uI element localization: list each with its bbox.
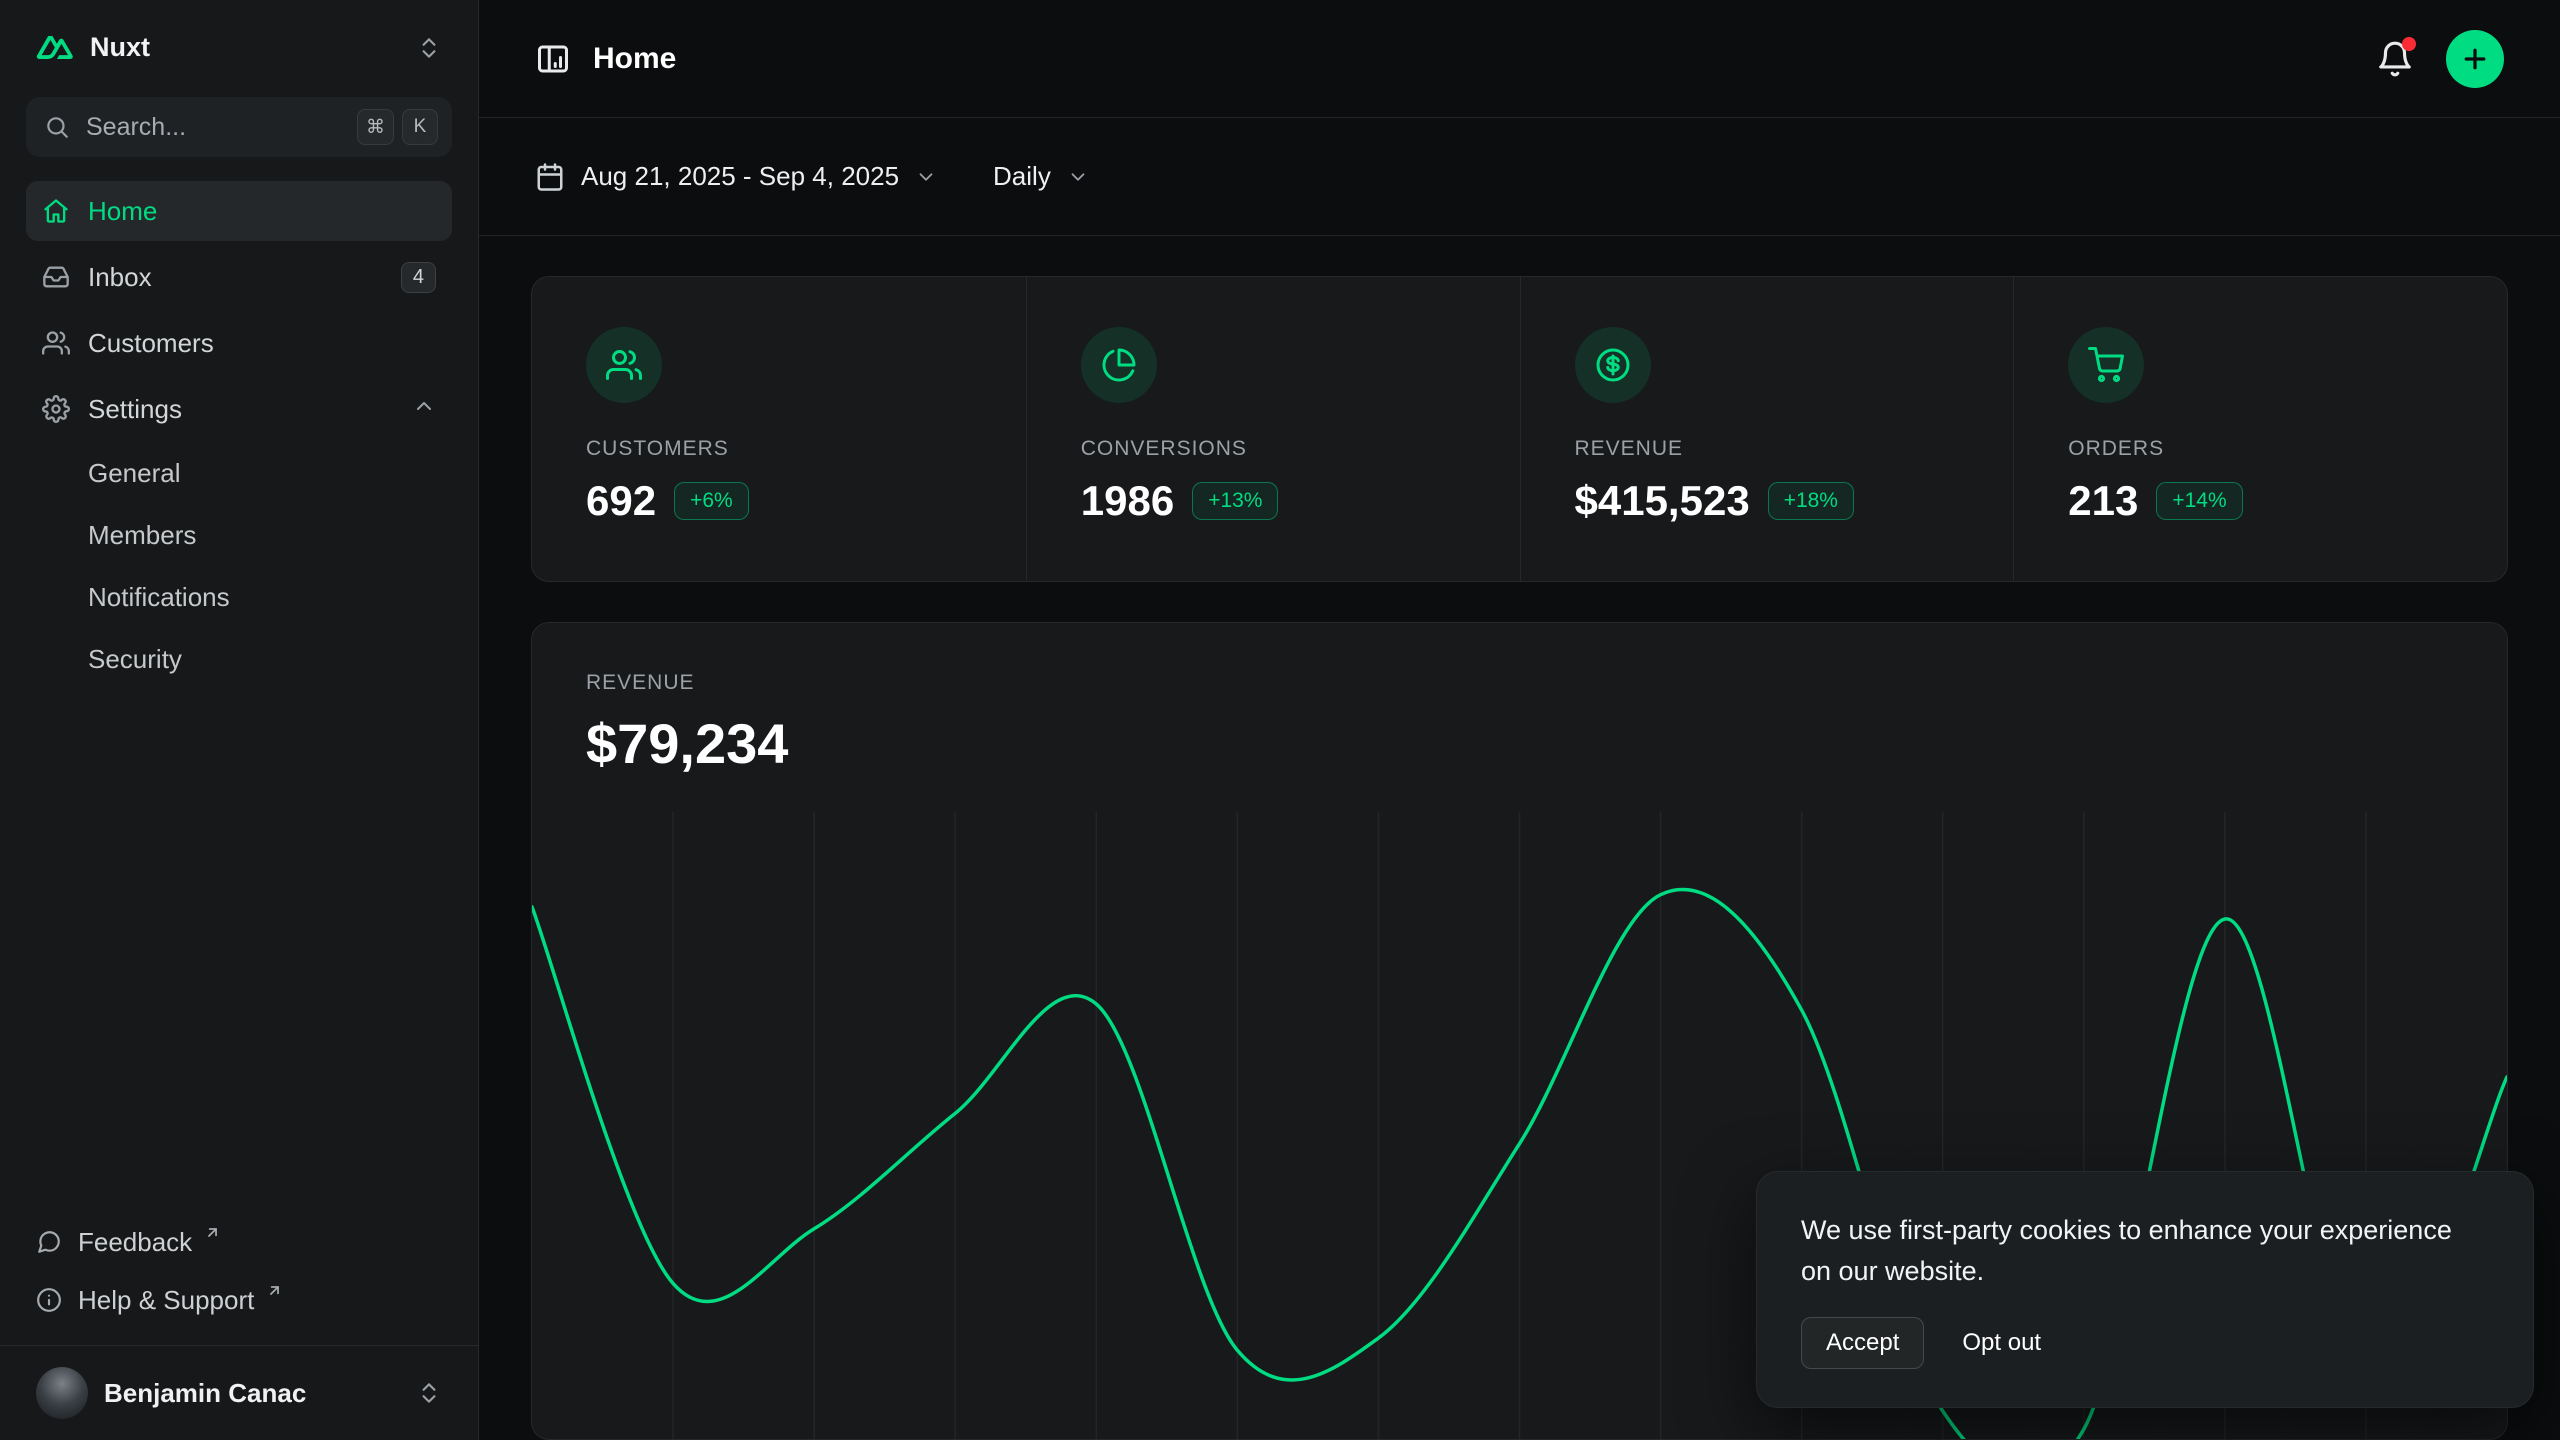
- sidebar-item-home[interactable]: Home: [26, 181, 452, 241]
- revenue-chart-header: REVENUE $79,234: [532, 623, 2507, 812]
- sidebar-item-customers[interactable]: Customers: [26, 313, 452, 373]
- period-label: Daily: [993, 161, 1051, 192]
- sidebar: Nuxt Search... ⌘ K Home: [0, 0, 479, 1440]
- calendar-icon: [535, 162, 565, 192]
- stat-value: $415,523: [1575, 477, 1750, 525]
- revenue-chart-label: REVENUE: [586, 671, 2453, 695]
- accept-button[interactable]: Accept: [1801, 1317, 1924, 1369]
- help-support-link[interactable]: Help & Support: [26, 1273, 452, 1327]
- inbox-icon: [42, 263, 70, 291]
- feedback-label: Feedback: [78, 1227, 192, 1258]
- nuxt-logo-icon: [36, 34, 74, 62]
- pie-chart-icon: [1101, 347, 1137, 383]
- stat-label: REVENUE: [1575, 437, 1960, 461]
- chevron-down-icon: [915, 166, 937, 188]
- search-shortcut: ⌘ K: [357, 109, 438, 145]
- chat-bubble-icon: [36, 1229, 62, 1255]
- users-icon: [42, 329, 70, 357]
- stat-value: 213: [2068, 477, 2138, 525]
- stat-orders: ORDERS 213 +14%: [2013, 277, 2507, 581]
- notification-dot: [2402, 37, 2416, 51]
- stat-delta-badge: +18%: [1768, 482, 1854, 520]
- stats-panel: CUSTOMERS 692 +6% CONVERSIONS 1986 +13%: [531, 276, 2508, 582]
- add-button[interactable]: [2446, 30, 2504, 88]
- kbd-meta: ⌘: [357, 109, 394, 145]
- revenue-chart-value: $79,234: [586, 711, 2453, 776]
- page-title: Home: [593, 42, 676, 76]
- kbd-k: K: [402, 109, 438, 145]
- user-name: Benjamin Canac: [104, 1378, 306, 1409]
- plus-icon: [2460, 44, 2490, 74]
- avatar: [36, 1367, 88, 1419]
- external-link-icon: [266, 1282, 283, 1299]
- cookie-banner: We use first-party cookies to enhance yo…: [1756, 1171, 2534, 1408]
- users-icon: [606, 347, 642, 383]
- user-menu-chevrons-icon[interactable]: [416, 1380, 442, 1406]
- opt-out-button[interactable]: Opt out: [1958, 1318, 2045, 1368]
- workspace-selector[interactable]: Nuxt: [26, 22, 452, 73]
- sidebar-item-members[interactable]: Members: [26, 507, 452, 563]
- chevron-up-icon: [412, 394, 436, 425]
- sidebar-item-label: Customers: [88, 328, 214, 359]
- search-placeholder: Search...: [86, 113, 186, 142]
- home-icon: [42, 197, 70, 225]
- stat-delta-badge: +13%: [1192, 482, 1278, 520]
- customers-icon-circle: [586, 327, 662, 403]
- user-menu[interactable]: Benjamin Canac: [26, 1361, 452, 1425]
- feedback-link[interactable]: Feedback: [26, 1215, 452, 1269]
- header-actions: [2376, 30, 2504, 88]
- stat-customers: CUSTOMERS 692 +6%: [532, 277, 1026, 581]
- stat-revenue: REVENUE $415,523 +18%: [1520, 277, 2014, 581]
- cookie-actions: Accept Opt out: [1801, 1317, 2489, 1369]
- search-input[interactable]: Search... ⌘ K: [26, 97, 452, 157]
- sidebar-item-inbox[interactable]: Inbox 4: [26, 247, 452, 307]
- workspace-selector-chevrons-icon[interactable]: [416, 35, 442, 61]
- filters-toolbar: Aug 21, 2025 - Sep 4, 2025 Daily: [479, 118, 2560, 236]
- sidebar-footer: Feedback Help & Support: [26, 1215, 452, 1327]
- cookie-message: We use first-party cookies to enhance yo…: [1801, 1210, 2489, 1291]
- sidebar-item-settings[interactable]: Settings: [26, 379, 452, 439]
- period-select[interactable]: Daily: [993, 161, 1089, 192]
- panel-left-icon: [535, 41, 571, 77]
- stat-label: ORDERS: [2068, 437, 2453, 461]
- orders-icon-circle: [2068, 327, 2144, 403]
- sidebar-user-section: Benjamin Canac: [0, 1345, 478, 1440]
- sidebar-toggle-button[interactable]: [535, 41, 571, 77]
- help-support-label: Help & Support: [78, 1285, 254, 1316]
- sidebar-item-label: Inbox: [88, 262, 152, 293]
- sidebar-nav: Home Inbox 4 Customers Settings: [26, 181, 452, 687]
- sidebar-item-notifications[interactable]: Notifications: [26, 569, 452, 625]
- stat-label: CUSTOMERS: [586, 437, 972, 461]
- external-link-icon: [204, 1224, 221, 1241]
- stat-value: 1986: [1081, 477, 1174, 525]
- sidebar-item-label: Home: [88, 196, 157, 227]
- stat-conversions: CONVERSIONS 1986 +13%: [1026, 277, 1520, 581]
- stat-value: 692: [586, 477, 656, 525]
- sidebar-item-security[interactable]: Security: [26, 631, 452, 687]
- brand-name: Nuxt: [90, 32, 150, 63]
- stat-delta-badge: +6%: [674, 482, 749, 520]
- gear-icon: [42, 395, 70, 423]
- chevron-down-icon: [1067, 166, 1089, 188]
- date-range-picker[interactable]: Aug 21, 2025 - Sep 4, 2025: [535, 161, 937, 192]
- sidebar-item-general[interactable]: General: [26, 445, 452, 501]
- stat-label: CONVERSIONS: [1081, 437, 1466, 461]
- date-range-label: Aug 21, 2025 - Sep 4, 2025: [581, 161, 899, 192]
- sidebar-item-label: Settings: [88, 394, 182, 425]
- search-icon: [44, 114, 70, 140]
- main-header: Home: [479, 0, 2560, 118]
- shopping-cart-icon: [2088, 347, 2124, 383]
- conversions-icon-circle: [1081, 327, 1157, 403]
- sidebar-top: Nuxt Search... ⌘ K Home: [0, 0, 478, 1345]
- stat-delta-badge: +14%: [2156, 482, 2242, 520]
- revenue-icon-circle: [1575, 327, 1651, 403]
- inbox-count-badge: 4: [401, 262, 436, 293]
- dollar-circle-icon: [1595, 347, 1631, 383]
- info-circle-icon: [36, 1287, 62, 1313]
- notifications-button[interactable]: [2376, 40, 2414, 78]
